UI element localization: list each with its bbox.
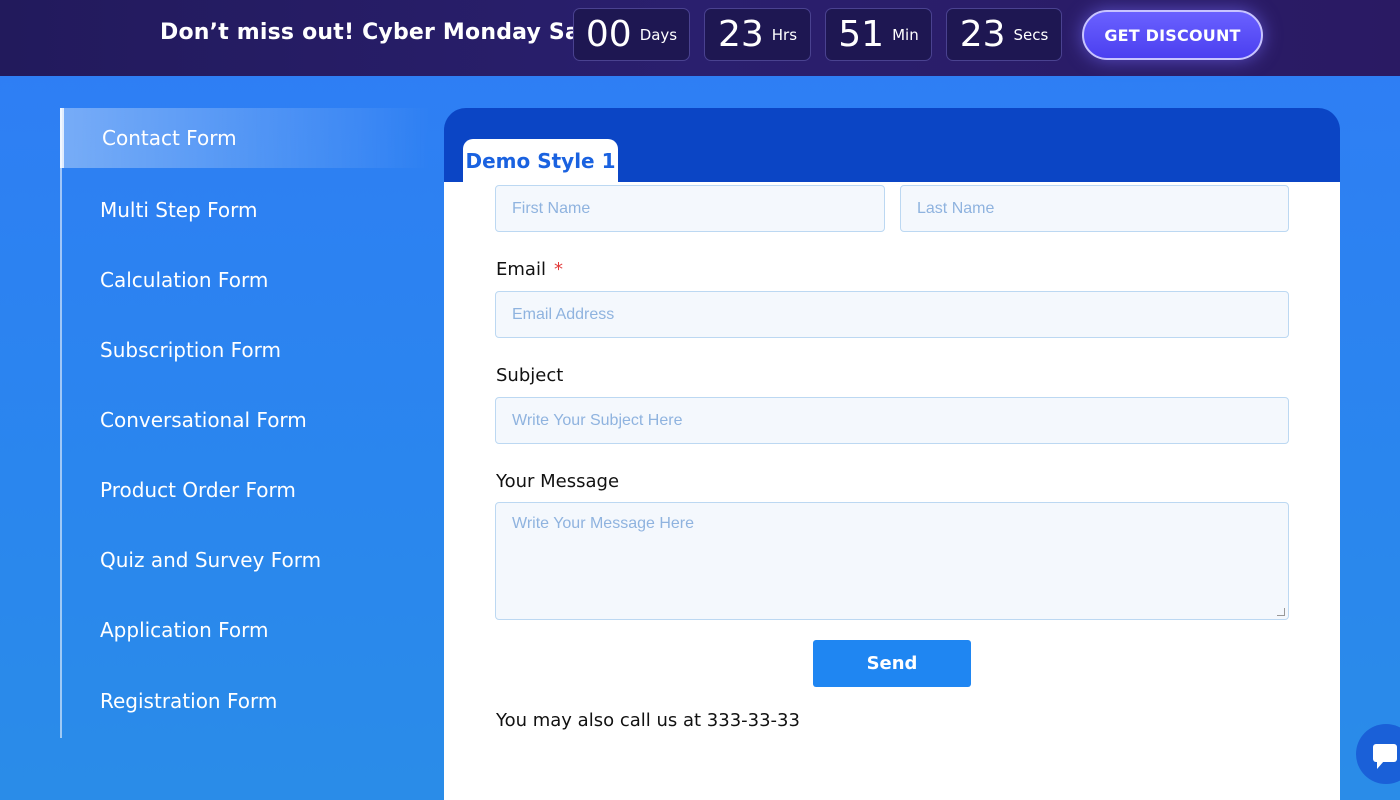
countdown-minutes-unit: Min — [892, 25, 919, 44]
countdown-seconds-value: 23 — [959, 14, 1006, 55]
chat-icon — [1373, 744, 1397, 769]
email-placeholder: Email Address — [512, 305, 615, 323]
countdown-hours-unit: Hrs — [771, 25, 798, 44]
promo-bar: Don’t miss out! Cyber Monday Sale 00 Day… — [0, 0, 1400, 76]
get-discount-button[interactable]: GET DISCOUNT — [1082, 10, 1263, 60]
countdown-hours: 23 Hrs — [704, 8, 811, 61]
message-textarea[interactable]: Write Your Message Here — [495, 502, 1289, 620]
chat-widget-button[interactable] — [1356, 724, 1400, 784]
required-asterisk: * — [553, 259, 563, 280]
sidebar-item-product-order-form[interactable]: Product Order Form — [62, 460, 432, 520]
countdown-days-value: 00 — [585, 14, 632, 55]
message-label: Your Message — [496, 471, 620, 492]
subject-label: Subject — [496, 365, 564, 386]
first-name-placeholder: First Name — [512, 199, 591, 217]
countdown-seconds-unit: Secs — [1013, 25, 1049, 44]
last-name-input[interactable]: Last Name — [900, 185, 1289, 232]
form-type-sidebar: Contact Form Multi Step Form Calculation… — [60, 108, 430, 738]
first-name-input[interactable]: First Name — [495, 185, 885, 232]
email-label: Email * — [496, 259, 563, 280]
countdown-minutes-value: 51 — [838, 14, 885, 55]
sidebar-item-contact-form[interactable]: Contact Form — [60, 108, 430, 168]
subject-input[interactable]: Write Your Subject Here — [495, 397, 1289, 444]
countdown-seconds: 23 Secs — [946, 8, 1062, 61]
message-placeholder: Write Your Message Here — [512, 515, 695, 532]
resize-handle-icon[interactable] — [1277, 608, 1285, 616]
sidebar-item-subscription-form[interactable]: Subscription Form — [62, 320, 432, 380]
send-button[interactable]: Send — [813, 640, 971, 687]
call-us-text: You may also call us at 333-33-33 — [496, 710, 800, 731]
sidebar-item-calculation-form[interactable]: Calculation Form — [62, 250, 432, 310]
tab-demo-style-1[interactable]: Demo Style 1 — [463, 139, 618, 183]
sidebar-item-application-form[interactable]: Application Form — [62, 600, 432, 660]
email-input[interactable]: Email Address — [495, 291, 1289, 338]
sidebar-item-multi-step-form[interactable]: Multi Step Form — [62, 180, 432, 240]
countdown-minutes: 51 Min — [825, 8, 932, 61]
sidebar-item-quiz-survey-form[interactable]: Quiz and Survey Form — [62, 530, 432, 590]
promo-message: Don’t miss out! Cyber Monday Sale — [160, 20, 603, 45]
sidebar-item-registration-form[interactable]: Registration Form — [62, 671, 432, 731]
countdown-hours-value: 23 — [717, 14, 764, 55]
sidebar-item-conversational-form[interactable]: Conversational Form — [62, 390, 432, 450]
countdown-days: 00 Days — [573, 8, 690, 61]
countdown-days-unit: Days — [639, 25, 678, 44]
email-label-text: Email — [496, 259, 546, 280]
last-name-placeholder: Last Name — [917, 199, 995, 217]
subject-placeholder: Write Your Subject Here — [512, 411, 683, 429]
